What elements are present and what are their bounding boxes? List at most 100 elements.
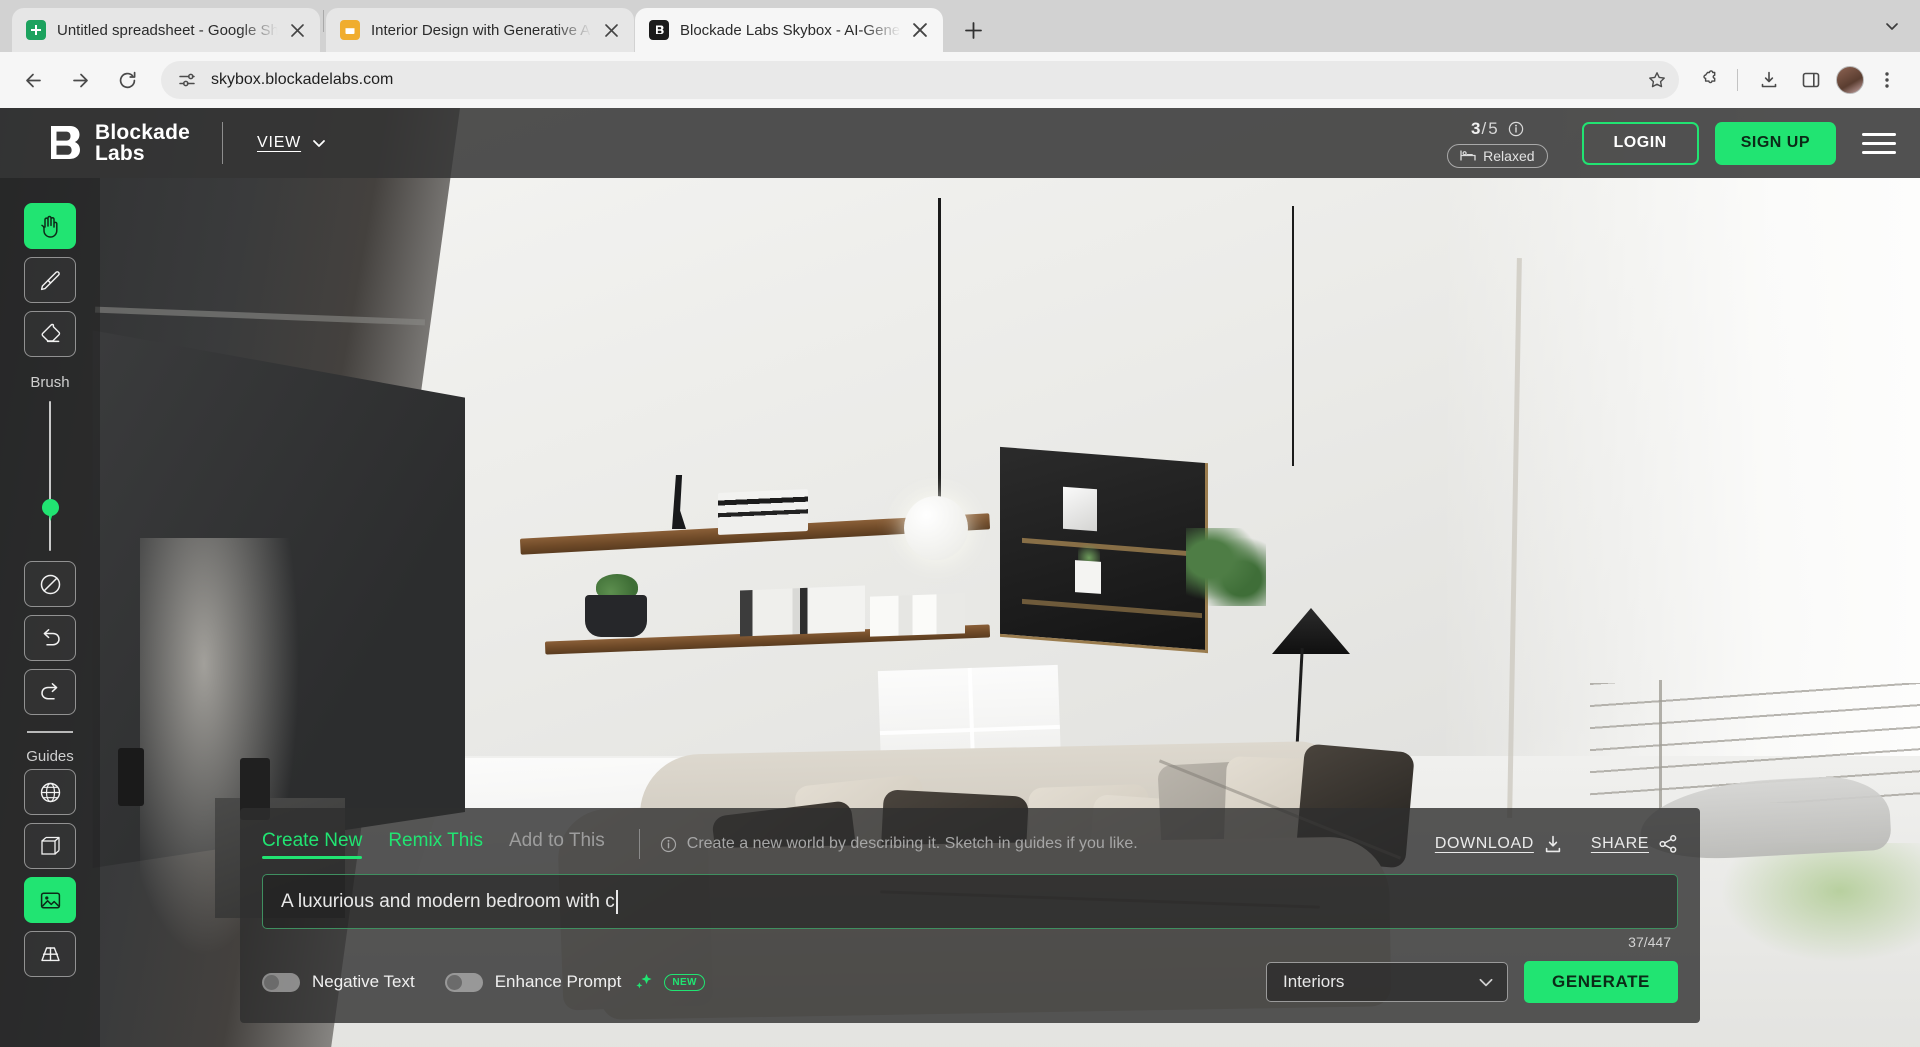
puzzle-icon[interactable] xyxy=(1691,61,1729,99)
view-menu-button[interactable]: VIEW xyxy=(257,134,327,152)
login-button[interactable]: LOGIN xyxy=(1582,122,1699,165)
character-counter: 37/447 xyxy=(1628,934,1671,950)
brand-logo[interactable]: Blockade Labs xyxy=(48,122,190,164)
clear-tool-button[interactable] xyxy=(24,561,76,607)
browser-tab-2-title: Interior Design with Generative AI xyxy=(371,22,594,39)
brand-line-1: Blockade xyxy=(95,121,190,144)
hand-icon xyxy=(39,214,62,239)
blockade-icon xyxy=(649,20,669,40)
scene-books-upper xyxy=(718,489,808,535)
tab-strip: Untitled spreadsheet - Google Sheets Int… xyxy=(0,0,1920,52)
info-icon xyxy=(660,836,677,853)
close-icon[interactable] xyxy=(284,17,310,43)
brush-tool-button[interactable] xyxy=(24,257,76,303)
relaxed-bed-icon xyxy=(1460,149,1476,162)
side-panel-icon[interactable] xyxy=(1792,61,1830,99)
status-badge-label: Relaxed xyxy=(1483,148,1534,164)
chevron-down-icon xyxy=(311,135,327,151)
prompt-panel: Create New Remix This Add to This Create… xyxy=(240,808,1700,1023)
negative-text-label: Negative Text xyxy=(312,972,415,992)
panel-options-row: Negative Text Enhance Prompt NEW Interio… xyxy=(262,959,1678,1005)
new-badge: NEW xyxy=(664,974,705,991)
toolbar-actions xyxy=(1687,61,1906,99)
slider-handle[interactable] xyxy=(42,499,59,516)
scene-lamp-cord xyxy=(1292,206,1294,466)
paintbrush-icon xyxy=(39,269,62,292)
scene-balcony-greenery xyxy=(1720,843,1920,963)
download-button[interactable]: DOWNLOAD xyxy=(1435,834,1563,854)
hamburger-menu-icon[interactable] xyxy=(1862,133,1896,154)
enhance-prompt-toggle[interactable] xyxy=(445,973,483,992)
tool-rail: Brush Guides xyxy=(0,178,100,1047)
horizon-guide-button[interactable] xyxy=(24,931,76,977)
tab-add-to-this[interactable]: Add to This xyxy=(509,830,605,859)
panel-divider xyxy=(639,829,640,859)
undo-arrow-icon xyxy=(39,628,62,649)
info-icon[interactable] xyxy=(1508,121,1524,137)
browser-tab-1[interactable]: Untitled spreadsheet - Google Sheets xyxy=(12,8,320,52)
redo-button[interactable] xyxy=(24,669,76,715)
site-settings-icon[interactable] xyxy=(175,68,199,92)
scene-railing-post xyxy=(1659,680,1662,810)
browser-tab-3[interactable]: Blockade Labs Skybox - AI-Generated 360 xyxy=(635,8,943,52)
address-bar[interactable]: skybox.blockadelabs.com xyxy=(161,61,1679,99)
undo-button[interactable] xyxy=(24,615,76,661)
window-menu-button[interactable] xyxy=(1874,8,1910,44)
rail-divider xyxy=(27,731,73,733)
tab-create-new[interactable]: Create New xyxy=(262,830,362,859)
prompt-text[interactable]: A luxurious and modern bedroom with c xyxy=(281,891,615,913)
cube-guide-button[interactable] xyxy=(24,823,76,869)
header-divider xyxy=(222,122,223,164)
tab-remix-this[interactable]: Remix This xyxy=(388,830,483,859)
url-text[interactable]: skybox.blockadelabs.com xyxy=(211,71,1641,89)
perspective-grid-icon xyxy=(39,944,62,965)
panel-tabs-row: Create New Remix This Add to This Create… xyxy=(262,822,1678,866)
sphere-guide-button[interactable] xyxy=(24,769,76,815)
panel-hint: Create a new world by describing it. Ske… xyxy=(660,835,1138,853)
toggle-knob xyxy=(447,975,462,990)
eraser-tool-button[interactable] xyxy=(24,311,76,357)
scene-left-wall-lamp xyxy=(118,748,144,806)
brush-size-label: Brush xyxy=(30,374,69,391)
scene-cabinet-vase xyxy=(1075,560,1101,594)
forward-arrow-icon[interactable] xyxy=(61,61,99,99)
status-badge[interactable]: Relaxed xyxy=(1447,144,1547,168)
style-select[interactable]: Interiors xyxy=(1266,962,1508,1002)
browser-tab-2[interactable]: Interior Design with Generative AI xyxy=(326,8,634,52)
download-icon[interactable] xyxy=(1750,61,1788,99)
panel-hint-text: Create a new world by describing it. Ske… xyxy=(687,835,1138,853)
star-icon[interactable] xyxy=(1641,64,1673,96)
avatar[interactable] xyxy=(1836,66,1864,94)
new-tab-button[interactable] xyxy=(956,13,990,47)
reload-icon[interactable] xyxy=(108,61,146,99)
scene-picture-frame xyxy=(1063,487,1097,531)
pan-tool-button[interactable] xyxy=(24,203,76,249)
credits-total: 5 xyxy=(1488,119,1497,139)
style-select-value: Interiors xyxy=(1283,972,1477,992)
scene-hanging-plant xyxy=(1186,528,1266,606)
credits-counter: 3 / 5 xyxy=(1471,119,1524,139)
image-guide-button[interactable] xyxy=(24,877,76,923)
brush-size-slider[interactable] xyxy=(35,401,65,551)
prompt-input[interactable]: A luxurious and modern bedroom with c 37… xyxy=(262,874,1678,929)
globe-icon xyxy=(39,781,62,804)
share-label: SHARE xyxy=(1591,835,1649,853)
browser-chrome: Untitled spreadsheet - Google Sheets Int… xyxy=(0,0,1920,108)
back-arrow-icon[interactable] xyxy=(14,61,52,99)
text-caret xyxy=(616,890,618,914)
app-header: Blockade Labs VIEW 3 / 5 xyxy=(0,108,1920,178)
signup-button[interactable]: SIGN UP xyxy=(1715,122,1836,165)
negative-text-toggle[interactable] xyxy=(262,973,300,992)
browser-tab-1-title: Untitled spreadsheet - Google Sheets xyxy=(57,22,280,39)
sparkles-icon xyxy=(633,971,655,993)
chevron-down-icon xyxy=(1477,973,1495,991)
scene-books-lower xyxy=(740,585,865,636)
share-button[interactable]: SHARE xyxy=(1591,834,1678,854)
close-icon[interactable] xyxy=(598,17,624,43)
close-icon[interactable] xyxy=(907,17,933,43)
image-icon xyxy=(39,889,62,912)
three-dot-menu-icon[interactable] xyxy=(1868,61,1906,99)
scene-pendant-cord xyxy=(938,198,941,498)
credits-block: 3 / 5 Relaxed xyxy=(1447,119,1547,168)
generate-button[interactable]: GENERATE xyxy=(1524,961,1678,1003)
